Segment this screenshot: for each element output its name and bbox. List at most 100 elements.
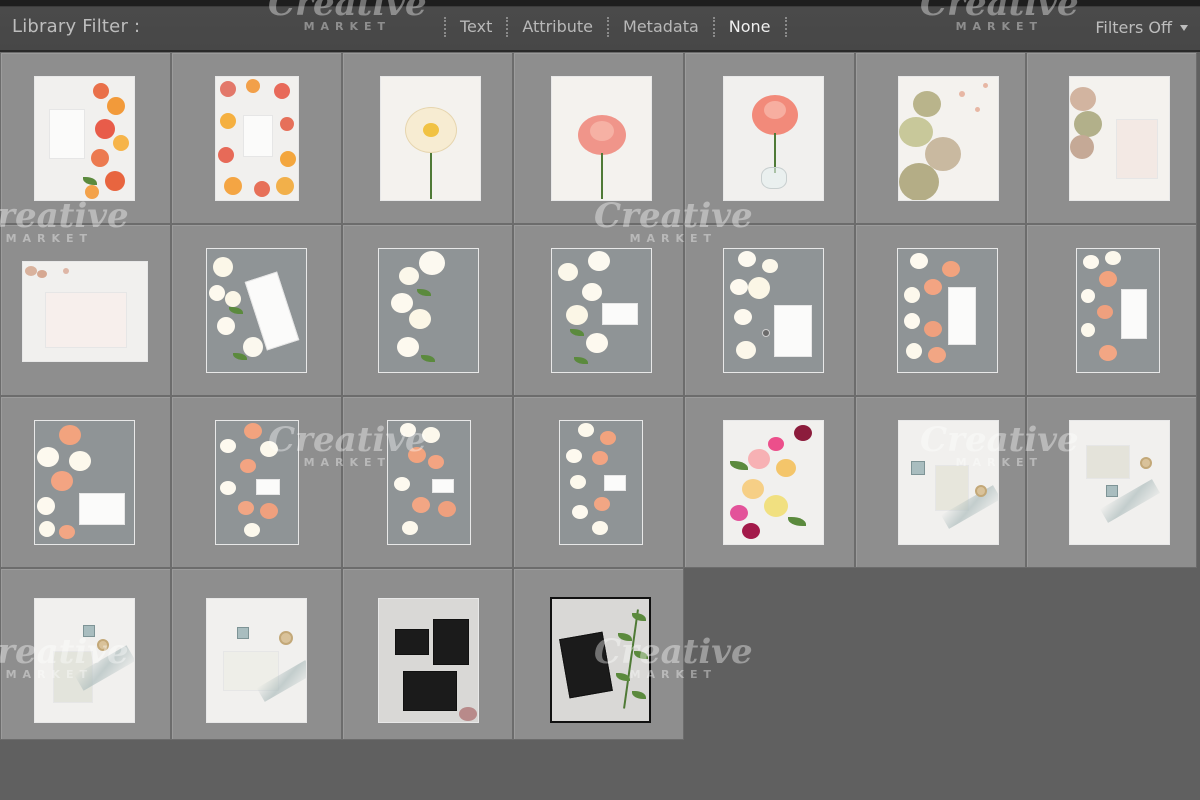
grid-cell[interactable] [513, 224, 684, 396]
filter-mode-group: Text Attribute Metadata None [440, 16, 791, 38]
grid-cell[interactable] [0, 568, 171, 740]
white-rose [37, 497, 55, 515]
ribbon-spool [975, 485, 987, 497]
grid-cell[interactable] [855, 52, 1026, 224]
white-rose [402, 521, 418, 535]
photo-thumbnail[interactable] [380, 76, 481, 201]
grid-cell[interactable] [342, 396, 513, 568]
hydrangea [899, 163, 939, 200]
grid-cell[interactable] [855, 224, 1026, 396]
photo-thumbnail[interactable] [898, 76, 999, 201]
rose [107, 97, 125, 115]
white-rose [394, 477, 410, 491]
photo-thumbnail[interactable] [215, 420, 299, 545]
photo-thumbnail[interactable] [22, 261, 148, 362]
grid-cell[interactable] [0, 52, 171, 224]
photo-thumbnail[interactable] [551, 76, 652, 201]
peach-rose [408, 447, 426, 463]
white-rose [422, 427, 440, 443]
leaf [634, 651, 648, 659]
photo-thumbnail[interactable] [1069, 420, 1170, 545]
petal [63, 268, 69, 274]
peach-rose [240, 459, 256, 473]
photo-thumbnail[interactable] [1069, 76, 1170, 201]
white-rose [558, 263, 578, 281]
photo-thumbnail[interactable] [215, 76, 299, 201]
filter-mode-none[interactable]: None [719, 16, 781, 38]
white-rose [1105, 251, 1121, 265]
photo-thumbnail[interactable] [898, 420, 999, 545]
grid-cell[interactable] [1026, 396, 1197, 568]
grid-cell[interactable] [171, 224, 342, 396]
photo-thumbnail[interactable] [1076, 248, 1160, 373]
peach-rose [1099, 271, 1117, 287]
grid-cell[interactable] [684, 52, 855, 224]
petal [959, 91, 965, 97]
peony-center [590, 121, 614, 141]
filter-preset-dropdown[interactable]: Filters Off [1095, 18, 1188, 37]
grid-cell[interactable] [0, 396, 171, 568]
grid-cell[interactable] [513, 568, 684, 740]
rose [280, 151, 296, 167]
grid-cell[interactable] [1026, 224, 1197, 396]
white-rose [209, 285, 225, 301]
rose [220, 113, 236, 129]
photo-thumbnail[interactable] [206, 598, 307, 723]
library-filter-bar: Library Filter : Text Attribute Metadata… [0, 0, 1200, 52]
blank-card [1086, 445, 1130, 479]
grid-cell[interactable] [171, 52, 342, 224]
peach-rose [59, 525, 75, 539]
grid-cell[interactable] [684, 224, 855, 396]
grid-cell[interactable] [171, 568, 342, 740]
photo-thumbnail[interactable] [897, 248, 998, 373]
photo-thumbnail[interactable] [206, 248, 307, 373]
white-rose [244, 523, 260, 537]
mode-separator [506, 17, 509, 37]
blank-card [79, 493, 125, 525]
peach-rose [924, 321, 942, 337]
grid-cell[interactable] [342, 224, 513, 396]
photo-thumbnail[interactable] [551, 248, 652, 373]
white-rose [260, 441, 278, 457]
photo-thumbnail[interactable] [34, 76, 135, 201]
photo-thumbnail[interactable] [378, 248, 479, 373]
blank-card [774, 305, 812, 357]
photo-thumbnail[interactable] [723, 420, 824, 545]
photo-thumbnail[interactable] [723, 248, 824, 373]
leaf [421, 355, 435, 362]
white-rose [391, 293, 413, 313]
grid-cell[interactable] [513, 52, 684, 224]
white-rose [582, 283, 602, 301]
grid-cell[interactable] [855, 396, 1026, 568]
photo-thumbnail[interactable] [34, 598, 135, 723]
photo-thumbnail[interactable] [34, 420, 135, 545]
white-rose [69, 451, 91, 471]
grid-cell[interactable] [684, 396, 855, 568]
leaf [233, 353, 247, 360]
blank-card [604, 475, 626, 491]
photo-thumbnail[interactable] [559, 420, 643, 545]
rose [85, 185, 99, 199]
photo-thumbnail[interactable] [378, 598, 479, 723]
grid-cell[interactable] [1026, 52, 1197, 224]
rose [730, 505, 748, 521]
photo-thumbnail-selected[interactable] [550, 597, 651, 723]
leaf [730, 461, 748, 470]
grid-cell[interactable] [513, 396, 684, 568]
filter-mode-attribute[interactable]: Attribute [512, 16, 603, 38]
leaf [788, 517, 806, 526]
library-filter-title: Library Filter : [12, 16, 141, 37]
ribbon-spool [279, 631, 293, 645]
filter-mode-text[interactable]: Text [450, 16, 502, 38]
blank-card [256, 479, 280, 495]
photo-thumbnail[interactable] [387, 420, 471, 545]
grid-cell[interactable] [342, 568, 513, 740]
hydrangea [1070, 135, 1094, 159]
blank-card [1121, 289, 1147, 339]
grid-cell[interactable] [342, 52, 513, 224]
filter-mode-metadata[interactable]: Metadata [613, 16, 709, 38]
photo-thumbnail[interactable] [723, 76, 824, 201]
grid-cell[interactable] [171, 396, 342, 568]
grid-cell[interactable] [0, 224, 171, 396]
white-rose [419, 251, 445, 275]
